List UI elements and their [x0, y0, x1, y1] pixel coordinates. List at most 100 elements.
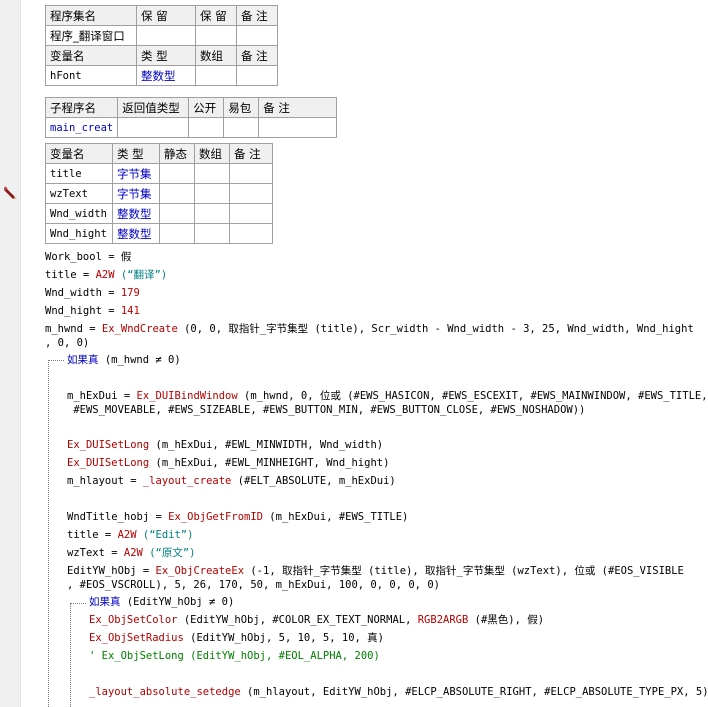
empty-cell[interactable] — [229, 223, 273, 244]
code-line[interactable]: m_hlayout = _layout_create (#ELT_ABSOLUT… — [67, 473, 396, 490]
code-line[interactable]: Wnd_hight = 141 — [45, 303, 140, 320]
header-cell: 备 注 — [229, 143, 273, 164]
empty-cell[interactable] — [195, 25, 237, 46]
header-cell: 备 注 — [236, 5, 278, 26]
code-line[interactable]: _layout_absolute_setedge (m_hlayout, Edi… — [89, 684, 708, 701]
var-type-cell[interactable]: 字节集 — [112, 183, 160, 204]
code-text: (EditYW_hObj, 5, 10, 5, 10, 真) — [183, 632, 384, 644]
code-line[interactable]: title = A2W (“Edit”) — [67, 527, 193, 544]
empty-cell[interactable] — [236, 65, 278, 86]
var-name-cell[interactable]: Wnd_hight — [45, 223, 113, 244]
empty-cell[interactable] — [159, 163, 195, 184]
header-cell: 类 型 — [136, 45, 196, 66]
code-line-continuation[interactable]: #EWS_MOVEABLE, #EWS_SIZEABLE, #EWS_BUTTO… — [67, 402, 585, 419]
var-name-cell[interactable]: Wnd_width — [45, 203, 113, 224]
empty-cell[interactable] — [194, 223, 230, 244]
keyword: 如果真 — [67, 354, 99, 366]
code-line[interactable]: wzText = A2W (“原文”) — [67, 545, 195, 562]
flow-guide — [48, 360, 49, 707]
program-set-table: 程序集名 保 留 保 留 备 注 程序_翻译窗口 变量名 类 型 数组 备 注 … — [45, 5, 278, 86]
keyword: 如果真 — [89, 596, 121, 608]
code-line[interactable]: Ex_DUISetLong (m_hExDui, #EWL_MINWIDTH, … — [67, 437, 383, 454]
function-name: A2W — [95, 269, 115, 281]
code-text: WndTitle_hobj = — [67, 511, 169, 523]
empty-cell[interactable] — [236, 25, 278, 46]
code-text: (m_hwnd, 0, 位或 (#EWS_HASICON, #EWS_ESCEX… — [237, 390, 708, 402]
code-text: Wnd_hight = — [45, 305, 121, 317]
code-line[interactable]: ' Ex_ObjSetLong (EditYW_hObj, #EOL_ALPHA… — [89, 648, 380, 665]
empty-cell[interactable] — [194, 203, 230, 224]
empty-cell[interactable] — [117, 117, 190, 138]
empty-cell[interactable] — [223, 117, 260, 138]
header-cell: 易包 — [223, 97, 260, 118]
number-literal: 141 — [120, 305, 140, 317]
var-name-cell[interactable]: hFont — [45, 65, 137, 86]
table-row: Wnd_hight 整数型 — [45, 223, 273, 244]
code-text: (#ELT_ABSOLUTE, m_hExDui) — [231, 475, 396, 487]
empty-cell[interactable] — [229, 203, 273, 224]
empty-cell[interactable] — [136, 25, 196, 46]
empty-cell[interactable] — [188, 117, 225, 138]
code-text: title = — [67, 529, 118, 541]
code-text: (“原文”) — [142, 547, 196, 559]
code-line[interactable]: Work_bool = 假 — [45, 249, 131, 266]
flow-guide — [70, 603, 71, 707]
empty-cell[interactable] — [195, 65, 237, 86]
code-text: (m_hExDui, #EWL_MINWIDTH, Wnd_width) — [149, 439, 384, 451]
code-line[interactable]: title = A2W (“翻译”) — [45, 267, 167, 284]
code-line[interactable]: WndTitle_hobj = Ex_ObjGetFromID (m_hExDu… — [67, 509, 408, 526]
code-line[interactable]: m_hwnd = Ex_WndCreate (0, 0, 取指针_字节集型 (t… — [45, 321, 694, 338]
code-line[interactable]: 如果真 (m_hwnd ≠ 0) — [67, 352, 181, 369]
var-type-cell[interactable]: 整数型 — [112, 223, 160, 244]
header-cell: 保 留 — [195, 5, 237, 26]
header-cell: 保 留 — [136, 5, 196, 26]
var-type-cell[interactable]: 整数型 — [136, 65, 196, 86]
code-text: title = — [45, 269, 96, 281]
code-line-continuation[interactable]: , 0, 0) — [45, 335, 89, 352]
empty-cell[interactable] — [159, 183, 195, 204]
program-set-name-cell[interactable]: 程序_翻译窗口 — [45, 25, 137, 46]
empty-cell[interactable] — [159, 223, 195, 244]
code-line[interactable]: Ex_ObjSetColor (EditYW_hObj, #COLOR_EX_T… — [89, 612, 544, 629]
function-name: Ex_DUISetLong — [67, 457, 150, 469]
function-name: A2W — [123, 547, 143, 559]
table-row: wzText 字节集 — [45, 183, 273, 204]
function-name: Ex_ObjGetFromID — [168, 511, 263, 523]
table-row: Wnd_width 整数型 — [45, 203, 273, 224]
code-line[interactable]: Wnd_width = 179 — [45, 285, 140, 302]
code-line-continuation[interactable]: , #EOS_VSCROLL), 5, 26, 170, 50, m_hExDu… — [67, 577, 440, 594]
var-type-cell[interactable]: 字节集 — [112, 163, 160, 184]
code-text: (EditYW_hObj, #COLOR_EX_TEXT_NORMAL, — [177, 614, 418, 626]
code-text: , #EOS_VSCROLL), 5, 26, 170, 50, m_hExDu… — [67, 579, 440, 591]
header-cell: 变量名 — [45, 45, 137, 66]
code-text: EditYW_hObj = — [67, 565, 156, 577]
function-name: Ex_ObjCreateEx — [155, 565, 245, 577]
header-cell: 公开 — [188, 97, 225, 118]
empty-cell[interactable] — [258, 117, 338, 138]
editor-gutter — [0, 0, 21, 707]
code-text: (0, 0, 取指针_字节集型 (title), Scr_width - Wnd… — [177, 323, 694, 335]
code-line[interactable]: 如果真 (EditYW_hObj ≠ 0) — [89, 594, 234, 611]
local-var-table: 变量名 类 型 静态 数组 备 注 title 字节集 wzText 字节集 W… — [45, 143, 273, 244]
code-text: m_hwnd = — [45, 323, 102, 335]
empty-cell[interactable] — [229, 163, 273, 184]
header-cell: 程序集名 — [45, 5, 137, 26]
header-cell: 子程序名 — [44, 97, 119, 118]
code-line[interactable]: Ex_DUISetLong (m_hExDui, #EWL_MINHEIGHT,… — [67, 455, 389, 472]
function-name: Ex_DUISetLong — [67, 439, 150, 451]
var-type-cell[interactable]: 整数型 — [112, 203, 160, 224]
empty-cell[interactable] — [194, 183, 230, 204]
code-line[interactable]: Ex_ObjSetRadius (EditYW_hObj, 5, 10, 5, … — [89, 630, 384, 647]
var-name-cell[interactable]: title — [45, 163, 113, 184]
function-name: _layout_absolute_setedge — [89, 686, 241, 698]
code-text: (m_hlayout, EditYW_hObj, #ELCP_ABSOLUTE_… — [240, 686, 708, 698]
empty-cell[interactable] — [194, 163, 230, 184]
header-cell: 备 注 — [236, 45, 278, 66]
empty-cell[interactable] — [159, 203, 195, 224]
empty-cell[interactable] — [229, 183, 273, 204]
var-name-cell[interactable]: wzText — [45, 183, 113, 204]
code-text: #EWS_MOVEABLE, #EWS_SIZEABLE, #EWS_BUTTO… — [67, 404, 586, 416]
flow-guide — [70, 603, 86, 604]
table-row: title 字节集 — [45, 163, 273, 184]
sub-name-cell[interactable]: main_creat — [44, 117, 119, 138]
